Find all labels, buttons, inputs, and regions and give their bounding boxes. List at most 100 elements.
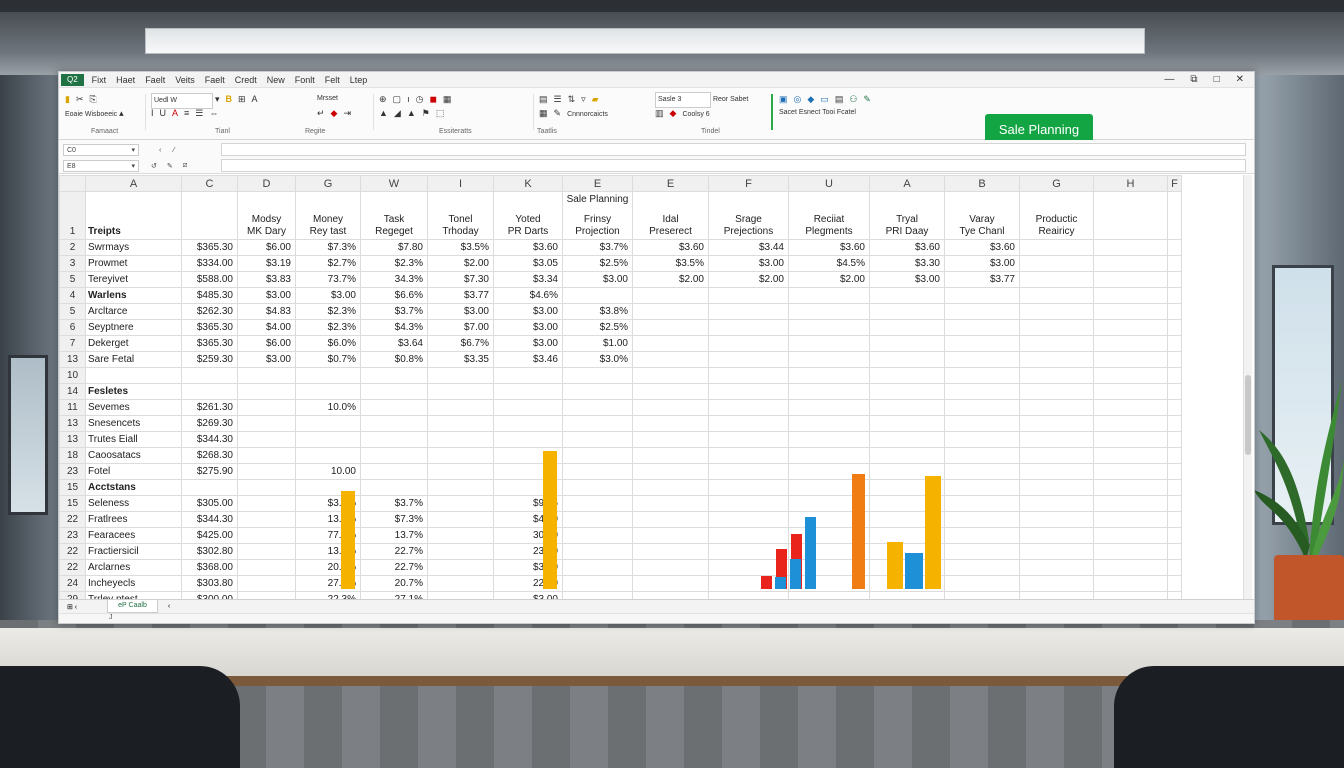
- data-cell[interactable]: [1093, 511, 1168, 528]
- row-label-cell[interactable]: Incheyecls: [85, 575, 182, 592]
- data-cell[interactable]: [869, 591, 945, 599]
- fx-icon[interactable]: ⧄: [183, 162, 187, 170]
- delete-icon[interactable]: ◆: [670, 106, 677, 120]
- window-icon[interactable]: ▭: [820, 92, 829, 106]
- data-cell[interactable]: [1019, 575, 1094, 592]
- enter-icon[interactable]: ⁄: [173, 147, 174, 154]
- data-cell[interactable]: $344.30: [181, 511, 238, 528]
- data-cell[interactable]: [708, 399, 789, 416]
- data-cell[interactable]: $3.5%: [632, 255, 709, 272]
- chevron-down-icon[interactable]: ▾: [215, 92, 220, 106]
- data-cell[interactable]: [632, 287, 709, 304]
- ribbon-label[interactable]: Coolsy 6: [682, 111, 709, 118]
- data-cell[interactable]: [708, 351, 789, 368]
- column-header[interactable]: E: [562, 175, 633, 192]
- data-cell[interactable]: [1093, 335, 1168, 352]
- data-cell[interactable]: [237, 431, 296, 448]
- column-header[interactable]: C: [181, 175, 238, 192]
- data-cell[interactable]: 27.7%: [295, 575, 361, 592]
- data-cell[interactable]: $262.30: [181, 303, 238, 320]
- row-label-cell[interactable]: Swrmays: [85, 239, 182, 256]
- row-label-cell[interactable]: Fesletes: [85, 383, 182, 400]
- data-cell[interactable]: [1167, 447, 1182, 464]
- data-cell[interactable]: [237, 591, 296, 599]
- data-cell[interactable]: [295, 479, 361, 496]
- name-box[interactable]: C0 ▾: [63, 144, 139, 156]
- data-cell[interactable]: 77.3%: [295, 527, 361, 544]
- data-cell[interactable]: [427, 575, 494, 592]
- data-cell[interactable]: [869, 351, 945, 368]
- data-cell[interactable]: [869, 559, 945, 576]
- ribbon-label[interactable]: Cnnnorcaicts: [567, 111, 608, 118]
- menu-item[interactable]: Faelt: [145, 75, 165, 85]
- data-cell[interactable]: [562, 383, 633, 400]
- row-label-cell[interactable]: Warlens: [85, 287, 182, 304]
- data-cell[interactable]: $4.00: [237, 319, 296, 336]
- data-cell[interactable]: [237, 543, 296, 560]
- header-cell[interactable]: Yoted PR Darts: [493, 191, 563, 240]
- data-cell[interactable]: $269.30: [181, 415, 238, 432]
- data-cell[interactable]: [360, 479, 428, 496]
- maximize-icon[interactable]: □: [1214, 74, 1220, 85]
- data-cell[interactable]: [1019, 463, 1094, 480]
- row-label-cell[interactable]: Acctstans: [85, 479, 182, 496]
- data-cell[interactable]: [1093, 431, 1168, 448]
- row-header[interactable]: 29: [59, 591, 86, 599]
- ribbon-label[interactable]: Wisboeeic: [85, 111, 117, 118]
- data-cell[interactable]: $344.30: [181, 431, 238, 448]
- column-header[interactable]: G: [295, 175, 361, 192]
- data-cell[interactable]: $6.0%: [295, 335, 361, 352]
- row-header[interactable]: 13: [59, 415, 86, 432]
- data-cell[interactable]: [869, 543, 945, 560]
- data-cell[interactable]: $3.00: [493, 335, 563, 352]
- sheet-tab[interactable]: eP Caalb: [107, 600, 158, 613]
- data-cell[interactable]: [632, 575, 709, 592]
- data-cell[interactable]: [1019, 447, 1094, 464]
- data-cell[interactable]: [360, 399, 428, 416]
- data-cell[interactable]: [1093, 399, 1168, 416]
- ribbon-label[interactable]: Esnect: [799, 109, 820, 116]
- row-label-cell[interactable]: Tereyivet: [85, 271, 182, 288]
- data-cell[interactable]: [1019, 303, 1094, 320]
- data-cell[interactable]: [869, 367, 945, 384]
- data-cell[interactable]: [237, 527, 296, 544]
- data-cell[interactable]: [237, 559, 296, 576]
- data-cell[interactable]: [944, 351, 1020, 368]
- data-cell[interactable]: [788, 479, 870, 496]
- data-cell[interactable]: [237, 383, 296, 400]
- clock-icon[interactable]: ◷: [416, 92, 424, 106]
- data-cell[interactable]: [1019, 239, 1094, 256]
- row-header[interactable]: 15: [59, 495, 86, 512]
- data-cell[interactable]: [237, 447, 296, 464]
- data-cell[interactable]: [1167, 335, 1182, 352]
- data-cell[interactable]: [632, 463, 709, 480]
- data-cell[interactable]: [1167, 479, 1182, 496]
- data-cell[interactable]: [493, 367, 563, 384]
- data-cell[interactable]: $3.35: [427, 351, 494, 368]
- row-label-cell[interactable]: Sare Fetal: [85, 351, 182, 368]
- data-cell[interactable]: [788, 591, 870, 599]
- data-cell[interactable]: [632, 351, 709, 368]
- menu-item[interactable]: Veits: [175, 75, 195, 85]
- undo-icon[interactable]: ↺: [151, 162, 157, 170]
- data-cell[interactable]: $3.19: [237, 255, 296, 272]
- data-cell[interactable]: $3.00: [295, 287, 361, 304]
- row-label-cell[interactable]: Fotel: [85, 463, 182, 480]
- data-cell[interactable]: [237, 575, 296, 592]
- data-cell[interactable]: $3.7%: [360, 495, 428, 512]
- menu-item[interactable]: Haet: [116, 75, 135, 85]
- format-painter-icon[interactable]: ▴: [119, 106, 124, 120]
- data-cell[interactable]: 22.7%: [360, 559, 428, 576]
- data-cell[interactable]: [562, 495, 633, 512]
- data-cell[interactable]: $3.7%: [360, 303, 428, 320]
- row-header[interactable]: 4: [59, 287, 86, 304]
- data-cell[interactable]: [562, 527, 633, 544]
- data-cell[interactable]: 10.00: [295, 463, 361, 480]
- data-cell[interactable]: 22.00: [493, 575, 563, 592]
- data-cell[interactable]: [237, 495, 296, 512]
- data-cell[interactable]: [1093, 463, 1168, 480]
- data-cell[interactable]: [427, 383, 494, 400]
- menu-item[interactable]: Faelt: [205, 75, 225, 85]
- data-cell[interactable]: [1093, 367, 1168, 384]
- data-cell[interactable]: [788, 287, 870, 304]
